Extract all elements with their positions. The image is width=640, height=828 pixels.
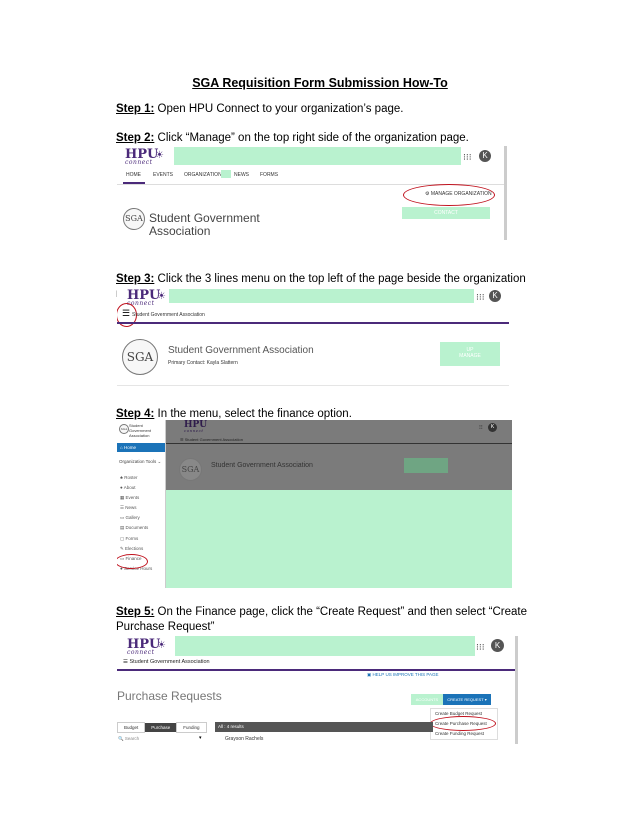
accounts-button[interactable]: ACCOUNTS bbox=[411, 694, 443, 705]
step-5: Step 5: On the Finance page, click the “… bbox=[116, 605, 536, 635]
tab-funding[interactable]: Funding bbox=[176, 722, 207, 733]
avatar[interactable]: K bbox=[491, 639, 504, 652]
sga-logo-icon: SGA bbox=[122, 339, 158, 375]
contact-button[interactable]: CONTACT bbox=[402, 207, 490, 219]
step-4-text: In the menu, select the finance option. bbox=[154, 408, 352, 420]
primary-contact: Primary Contact: Kayla Slattern bbox=[168, 360, 238, 366]
hpu-logo: HPU connect bbox=[125, 147, 159, 166]
results-header: All : 4 results bbox=[215, 722, 433, 732]
sidebar-item-documents[interactable]: ▤ Documents bbox=[120, 523, 152, 533]
redaction-small bbox=[221, 170, 231, 178]
header-divider bbox=[117, 669, 515, 671]
tab-purchase[interactable]: Purchase bbox=[145, 723, 177, 732]
result-row-name[interactable]: Grayson Rachels bbox=[225, 736, 263, 742]
hamburger-menu-icon[interactable]: ☰ bbox=[122, 308, 130, 319]
org-name: Student Government Association bbox=[211, 462, 313, 469]
screenshot-menu: HPU connect ☀ ⁝⁝⁝ K ☰ Student Government … bbox=[117, 287, 509, 387]
step-4-label: Step 4: bbox=[116, 408, 155, 420]
bottom-divider bbox=[117, 385, 509, 386]
highlight-circle bbox=[430, 716, 496, 731]
avatar[interactable]: K bbox=[488, 423, 497, 432]
create-request-button[interactable]: CREATE REQUEST ▾ bbox=[443, 694, 491, 705]
screenshot-finance: SGA Student Government Association ⌂ Hom… bbox=[117, 420, 512, 588]
step-2-label: Step 2: bbox=[116, 132, 155, 144]
screenshot-manage: HPU connect ☀ ⁝⁝⁝ K HOME EVENTS ORGANIZAT… bbox=[117, 146, 507, 240]
hpu-logo: HPU connect bbox=[184, 420, 208, 433]
manage-button[interactable] bbox=[404, 458, 448, 473]
hpu-logo: HPU connect bbox=[127, 637, 161, 656]
breadcrumb: ☰ Student Government Association bbox=[123, 659, 210, 665]
nav-news[interactable]: NEWS bbox=[234, 172, 249, 178]
avatar[interactable]: K bbox=[479, 150, 491, 162]
nav-home[interactable]: HOME bbox=[126, 172, 141, 178]
step-2: Step 2: Click “Manage” on the top right … bbox=[116, 131, 536, 146]
redaction-bar bbox=[169, 289, 474, 303]
header-divider bbox=[117, 322, 509, 324]
step-1-label: Step 1: bbox=[116, 103, 155, 115]
sga-logo-icon: SGA bbox=[119, 424, 129, 434]
sidebar-org: Student Government Association bbox=[129, 423, 152, 438]
redaction-bar bbox=[174, 147, 461, 165]
sidebar-item-forms[interactable]: ▢ Forms bbox=[120, 534, 152, 544]
step-5-label: Step 5: bbox=[116, 606, 155, 618]
org-name: Student Government Association bbox=[149, 211, 260, 238]
header-divider bbox=[166, 443, 512, 444]
breadcrumb: ☰ Student Government Association bbox=[180, 437, 243, 442]
document-title: SGA Requisition Form Submission How-To bbox=[192, 76, 448, 90]
filter-icon[interactable]: ▾ bbox=[199, 735, 202, 741]
screenshot-purchase: HPU connect ☀ ⁝⁝⁝ K ☰ Student Government … bbox=[117, 636, 518, 744]
sidebar-item-elections[interactable]: ✎ Elections bbox=[120, 544, 152, 554]
sidebar-item-home[interactable]: ⌂ Home bbox=[117, 443, 165, 452]
sidebar-item-events[interactable]: ▦ Events bbox=[120, 493, 152, 503]
apps-grid-icon[interactable]: ⁝⁝ bbox=[479, 424, 483, 431]
apps-grid-icon[interactable]: ⁝⁝⁝ bbox=[463, 152, 472, 163]
highlight-circle bbox=[403, 184, 495, 206]
org-tools-heading: Organization Tools ⌄ bbox=[119, 459, 162, 464]
sidebar-item-roster[interactable]: ♣ Roster bbox=[120, 473, 152, 483]
step-3-label: Step 3: bbox=[116, 273, 155, 285]
apps-grid-icon[interactable]: ⁝⁝⁝ bbox=[476, 292, 485, 303]
sidebar: SGA Student Government Association ⌂ Hom… bbox=[117, 420, 166, 588]
step-1-text: Open HPU Connect to your organization’s … bbox=[154, 103, 404, 115]
sidebar-item-news[interactable]: ☰ News bbox=[120, 503, 152, 513]
step-5-text: On the Finance page, click the “Create R… bbox=[116, 606, 528, 633]
sidebar-item-gallery[interactable]: ▭ Gallery bbox=[120, 513, 152, 523]
redaction-bar bbox=[175, 636, 475, 656]
dimmed-overlay: HPU connect ⁝⁝ K ☰ Student Government Ass… bbox=[166, 420, 512, 490]
nav-events[interactable]: EVENTS bbox=[153, 172, 173, 178]
manage-button[interactable]: UP MANAGE bbox=[440, 342, 500, 366]
sga-logo-icon: SGA bbox=[179, 458, 202, 481]
tab-budget[interactable]: Budget bbox=[117, 722, 146, 733]
nav-organizations[interactable]: ORGANIZATIONS bbox=[184, 172, 225, 178]
logo-sun-icon: ☀ bbox=[157, 640, 166, 651]
sidebar-item-about[interactable]: ● About bbox=[120, 483, 152, 493]
redaction-block bbox=[166, 490, 512, 588]
sga-logo-icon: SGA bbox=[123, 208, 145, 230]
logo-sun-icon: ☀ bbox=[155, 150, 164, 161]
search-input[interactable]: 🔍 Search bbox=[118, 736, 139, 742]
help-link[interactable]: ▣ HELP US IMPROVE THIS PAGE bbox=[367, 672, 439, 678]
step-1: Step 1: Open HPU Connect to your organiz… bbox=[116, 102, 536, 117]
avatar[interactable]: K bbox=[489, 290, 501, 302]
breadcrumb: Student Government Association bbox=[132, 312, 205, 318]
request-tabs: Budget Purchase Funding bbox=[117, 722, 209, 733]
apps-grid-icon[interactable]: ⁝⁝⁝ bbox=[476, 642, 485, 653]
org-name: Student Government Association bbox=[168, 345, 314, 356]
step-2-text: Click “Manage” on the top right side of … bbox=[154, 132, 469, 144]
logo-sun-icon: ☀ bbox=[157, 291, 166, 302]
nav-forms[interactable]: FORMS bbox=[260, 172, 278, 178]
page-title: Purchase Requests bbox=[117, 689, 222, 703]
